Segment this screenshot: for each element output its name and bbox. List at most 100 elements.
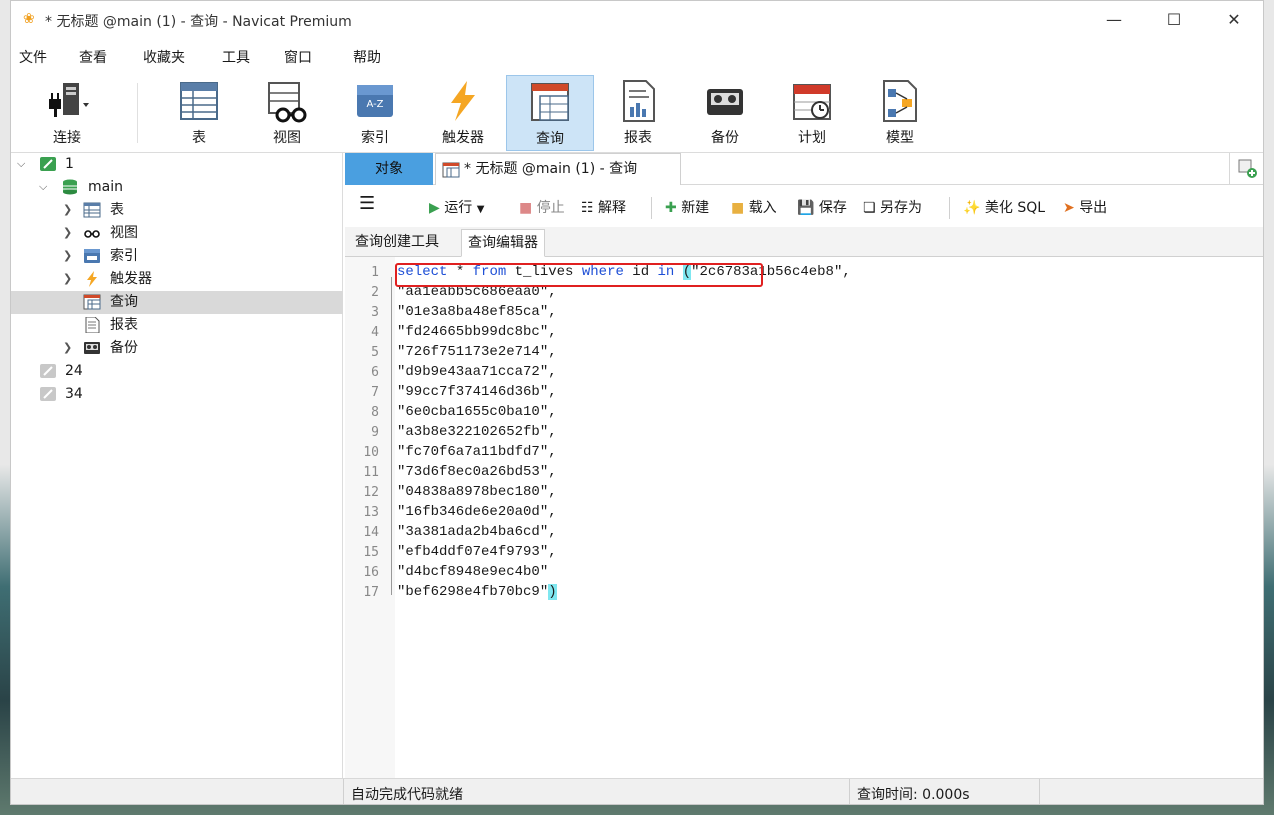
menu-favorites[interactable]: 收藏夹 bbox=[143, 47, 185, 67]
folder-icon: ■ bbox=[731, 200, 745, 216]
window-title: * 无标题 @main (1) - 查询 - Navicat Premium bbox=[45, 14, 352, 30]
tree-item-backups[interactable]: ❯ 备份 bbox=[11, 337, 343, 360]
chevron-down-icon[interactable]: ⌵ bbox=[17, 153, 25, 175]
tree-connection-34[interactable]: 34 bbox=[11, 383, 343, 406]
tree-item-views[interactable]: ❯ 视图 bbox=[11, 222, 343, 245]
toolbar-backup-button[interactable]: 备份 bbox=[681, 75, 769, 151]
line-number: 17 bbox=[363, 585, 379, 600]
maximize-button[interactable]: ☐ bbox=[1151, 5, 1197, 35]
toolbar-table-button[interactable]: 表 bbox=[155, 75, 243, 151]
export-button[interactable]: ➤ 导出 bbox=[1063, 197, 1107, 217]
save-as-button[interactable]: ❏ 另存为 bbox=[863, 197, 922, 217]
toolbar-schedule-button[interactable]: 计划 bbox=[768, 75, 856, 151]
tree-item-queries[interactable]: 查询 bbox=[11, 291, 343, 314]
run-button[interactable]: ▶ 运行 ▼ bbox=[429, 197, 484, 217]
beautify-label: 美化 SQL bbox=[984, 200, 1046, 216]
toolbar-connection-button[interactable]: 连接 bbox=[23, 75, 111, 151]
code-line: "efb4ddf07e4f9793", bbox=[397, 544, 557, 560]
document-tabs: 对象 * 无标题 @main (1) - 查询 bbox=[345, 153, 1263, 185]
view-icon bbox=[268, 82, 307, 123]
tree-database-label: main bbox=[88, 179, 123, 195]
beautify-sql-button[interactable]: ✨ 美化 SQL bbox=[963, 197, 1045, 217]
explain-button[interactable]: ☷ 解释 bbox=[581, 197, 626, 217]
tree-item-triggers[interactable]: ❯ 触发器 bbox=[11, 268, 343, 291]
chevron-right-icon[interactable]: ❯ bbox=[63, 337, 72, 359]
connection-leaf-icon bbox=[40, 157, 56, 171]
menu-window[interactable]: 窗口 bbox=[284, 47, 312, 67]
load-label: 载入 bbox=[748, 200, 777, 216]
tree-connection-1[interactable]: ⌵ 1 bbox=[11, 153, 343, 176]
export-label: 导出 bbox=[1079, 200, 1108, 216]
code-line: "d4bcf8948e9ec4b0" bbox=[397, 564, 549, 580]
tree-connection-24[interactable]: 24 bbox=[11, 360, 343, 383]
chevron-right-icon[interactable]: ❯ bbox=[63, 199, 72, 221]
chevron-down-icon[interactable]: ⌵ bbox=[39, 176, 47, 198]
stop-icon: ■ bbox=[519, 200, 533, 216]
toolbar-trigger-button[interactable]: 触发器 bbox=[419, 75, 507, 151]
new-query-button[interactable]: ✚ 新建 bbox=[665, 197, 709, 217]
tree-item-indexes[interactable]: ❯ 索引 bbox=[11, 245, 343, 268]
minimize-button[interactable]: — bbox=[1091, 5, 1137, 35]
hamburger-menu-icon[interactable]: ☰ bbox=[359, 193, 375, 214]
status-separator bbox=[343, 779, 344, 804]
new-tab-button[interactable] bbox=[1229, 153, 1263, 185]
toolbar-backup-label: 备份 bbox=[711, 130, 739, 146]
status-autocomplete: 自动完成代码就绪 bbox=[351, 787, 463, 803]
chevron-right-icon[interactable]: ❯ bbox=[63, 245, 72, 267]
tab-objects[interactable]: 对象 bbox=[345, 153, 433, 185]
menu-help[interactable]: 帮助 bbox=[353, 47, 381, 67]
menu-tools[interactable]: 工具 bbox=[222, 47, 250, 67]
menu-bar: 文件 查看 收藏夹 工具 窗口 帮助 bbox=[11, 39, 1263, 73]
line-number: 10 bbox=[363, 445, 379, 460]
chevron-right-icon[interactable]: ❯ bbox=[63, 222, 72, 244]
report-icon bbox=[623, 80, 655, 122]
stop-button[interactable]: ■ 停止 bbox=[519, 197, 565, 217]
line-number: 13 bbox=[363, 505, 379, 520]
toolbar-schedule-label: 计划 bbox=[798, 130, 826, 146]
save-icon: 💾 bbox=[797, 200, 815, 216]
code-line: "d9b9e43aa71cca72", bbox=[397, 364, 557, 380]
chevron-right-icon[interactable]: ❯ bbox=[63, 268, 72, 290]
menu-file[interactable]: 文件 bbox=[19, 47, 47, 67]
toolbar-model-button[interactable]: 模型 bbox=[856, 75, 944, 151]
tree-item-label: 备份 bbox=[110, 340, 138, 356]
chevron-down-icon[interactable]: ▼ bbox=[477, 204, 485, 215]
line-number: 5 bbox=[371, 345, 379, 360]
tree-item-tables[interactable]: ❯ 表 bbox=[11, 199, 343, 222]
code-line: "16fb346de6e20a0d", bbox=[397, 504, 557, 520]
tree-connection-label: 34 bbox=[65, 386, 83, 402]
load-button[interactable]: ■ 载入 bbox=[731, 197, 777, 217]
connection-leaf-icon bbox=[40, 364, 56, 378]
save-button[interactable]: 💾 保存 bbox=[797, 197, 847, 217]
toolbar-view-button[interactable]: 视图 bbox=[243, 75, 331, 151]
report-icon bbox=[85, 317, 100, 333]
menu-view[interactable]: 查看 bbox=[79, 47, 107, 67]
line-number: 6 bbox=[371, 365, 379, 380]
code-line: "99cc7f374146d36b", bbox=[397, 384, 557, 400]
save-as-icon: ❏ bbox=[863, 200, 876, 216]
toolbar-view-label: 视图 bbox=[273, 130, 301, 146]
toolbar-table-label: 表 bbox=[192, 130, 206, 146]
toolbar-separator bbox=[949, 197, 950, 219]
query-toolbar: ☰ ▶ 运行 ▼ ■ 停止 ☷ 解释 ✚ 新建 ■ 载入 💾 保存 ❏ 另存为 bbox=[345, 187, 1263, 227]
tab-query-editor[interactable]: 查询编辑器 bbox=[461, 229, 545, 257]
tab-query-builder[interactable]: 查询创建工具 bbox=[349, 229, 445, 257]
tree-item-reports[interactable]: 报表 bbox=[11, 314, 343, 337]
tab-query[interactable]: * 无标题 @main (1) - 查询 bbox=[435, 153, 681, 185]
line-number: 14 bbox=[363, 525, 379, 540]
backup-icon bbox=[707, 89, 743, 115]
schedule-icon bbox=[793, 84, 831, 120]
index-icon: A-Z bbox=[357, 85, 393, 117]
toolbar-report-button[interactable]: 报表 bbox=[594, 75, 682, 151]
status-query-time: 查询时间: 0.000s bbox=[857, 787, 970, 803]
navicat-window: ❀ * 无标题 @main (1) - 查询 - Navicat Premium… bbox=[10, 0, 1264, 805]
export-icon: ➤ bbox=[1063, 200, 1075, 216]
play-icon: ▶ bbox=[429, 200, 440, 216]
tree-database-main[interactable]: ⌵ main bbox=[11, 176, 343, 199]
close-button[interactable]: ✕ bbox=[1211, 5, 1257, 35]
toolbar-query-button[interactable]: 查询 bbox=[506, 75, 594, 151]
toolbar-index-button[interactable]: A-Z 索引 bbox=[331, 75, 419, 151]
line-number: 12 bbox=[363, 485, 379, 500]
sql-editor[interactable]: 1 2 3 4 5 6 7 8 9 10 11 12 13 14 15 16 1… bbox=[345, 257, 1263, 778]
status-bar: 自动完成代码就绪 查询时间: 0.000s bbox=[11, 778, 1263, 804]
